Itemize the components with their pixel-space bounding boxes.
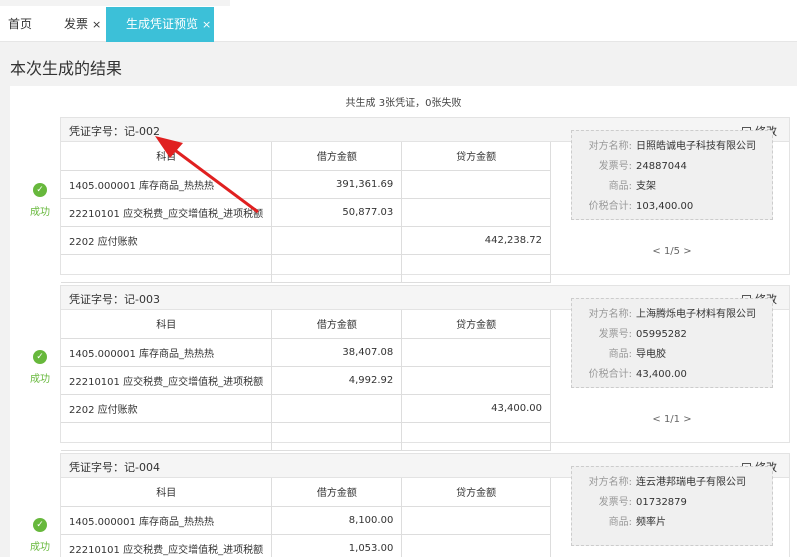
annotation-arrow-shaft xyxy=(171,146,259,214)
annotation-arrow xyxy=(155,136,259,214)
